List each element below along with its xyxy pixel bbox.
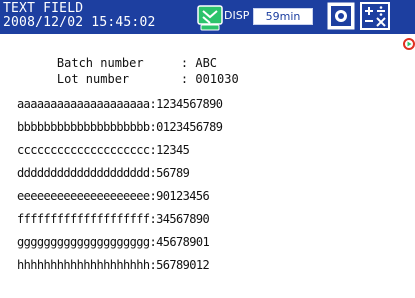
play-icon[interactable] bbox=[403, 38, 415, 50]
disp-label: DISP bbox=[224, 9, 250, 22]
status-bar: TEXT FIELD 2008/12/02 15:45:02 DISP 59mi… bbox=[0, 0, 415, 34]
batch-number-label: Batch number bbox=[56, 56, 144, 70]
batch-number-row: Batch number : ABC bbox=[28, 39, 239, 70]
lot-number-label: Lot number bbox=[56, 72, 130, 86]
text-field-row: dddddddddddddddddddd:56789 bbox=[17, 166, 190, 180]
text-field-row: hhhhhhhhhhhhhhhhhhhh:56789012 bbox=[17, 258, 210, 272]
text-field-row: ffffffffffffffffffff:34567890 bbox=[17, 212, 210, 226]
lot-number-value: : 001030 bbox=[180, 72, 239, 86]
trend-cycle-icon[interactable] bbox=[197, 3, 223, 31]
text-field-row: bbbbbbbbbbbbbbbbbbbb:0123456789 bbox=[17, 120, 223, 134]
text-field-row: aaaaaaaaaaaaaaaaaaaa:1234567890 bbox=[17, 97, 223, 111]
display-interval[interactable]: 59min bbox=[253, 8, 313, 25]
snapshot-icon[interactable] bbox=[327, 2, 355, 30]
batch-number-value: : ABC bbox=[180, 56, 218, 70]
text-field-list: aaaaaaaaaaaaaaaaaaaa:1234567890 bbbbbbbb… bbox=[17, 97, 223, 281]
date-time: 2008/12/02 15:45:02 bbox=[3, 15, 156, 30]
text-field-row: cccccccccccccccccccc:12345 bbox=[17, 143, 190, 157]
screen-title: TEXT FIELD 2008/12/02 15:45:02 bbox=[3, 2, 156, 30]
text-field-row: gggggggggggggggggggg:45678901 bbox=[17, 235, 210, 249]
math-icon[interactable] bbox=[360, 2, 390, 30]
screen-name: TEXT FIELD bbox=[3, 1, 84, 16]
batch-info: Batch number : ABC Lot number : 001030 bbox=[28, 39, 239, 86]
text-field-row: eeeeeeeeeeeeeeeeeeee:90123456 bbox=[17, 189, 210, 203]
